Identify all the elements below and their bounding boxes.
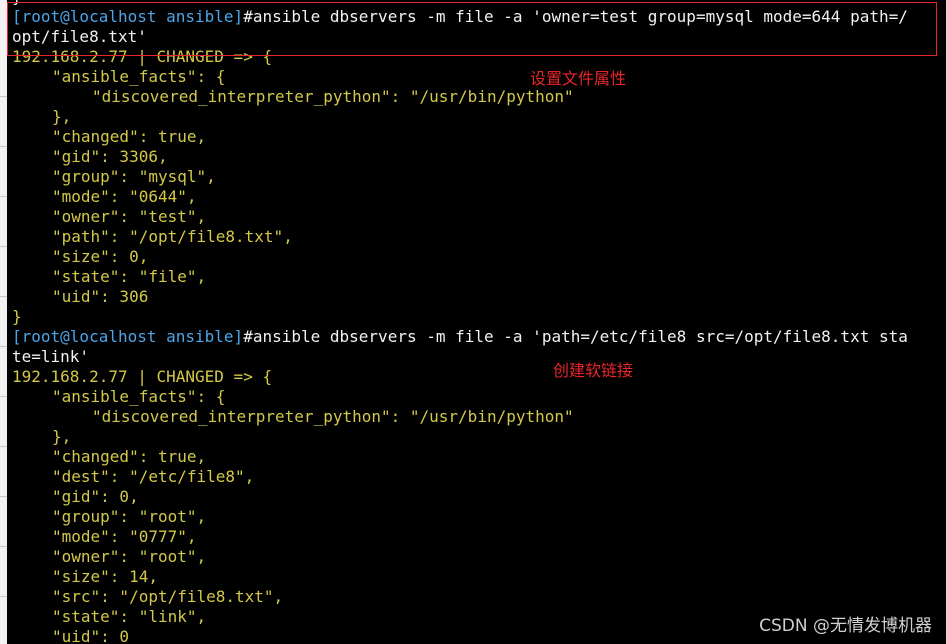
host-result-line: 192.168.2.77 | CHANGED => { <box>12 367 908 387</box>
json-output-line: }, <box>12 427 908 447</box>
edge-tick <box>0 346 7 347</box>
json-field-text: "owner": "test", <box>52 207 207 226</box>
command-text: ansible dbservers -m file -a 'path=/etc/… <box>252 327 908 346</box>
json-field-text: "changed": true, <box>52 447 207 466</box>
json-field-text: "group": "mysql", <box>52 167 216 186</box>
json-field-text: "uid": 306 <box>52 287 149 306</box>
edge-tick <box>0 546 7 547</box>
brace-text: } <box>12 0 22 6</box>
json-field-text: "mode": "0644", <box>52 187 197 206</box>
edge-tick <box>0 296 7 297</box>
json-field-text: "state": "file", <box>52 267 207 286</box>
command-text: ansible dbservers -m file -a 'owner=test… <box>252 7 908 26</box>
json-output-line: "path": "/opt/file8.txt", <box>12 227 908 247</box>
json-field-text: "size": 0, <box>52 247 149 266</box>
prompt-symbol: # <box>243 327 253 346</box>
json-field-text: "gid": 0, <box>52 487 139 506</box>
json-field-text: "group": "root", <box>52 507 207 526</box>
json-output-line: "changed": true, <box>12 127 908 147</box>
json-output-line: "state": "file", <box>12 267 908 287</box>
json-output-line: "discovered_interpreter_python": "/usr/b… <box>12 87 908 107</box>
edge-tick <box>0 496 7 497</box>
closing-brace-line: } <box>12 307 908 327</box>
json-field-text: "gid": 3306, <box>52 147 168 166</box>
json-output-line: "owner": "root", <box>12 547 908 567</box>
json-output-line: "gid": 0, <box>12 487 908 507</box>
json-field-text: "changed": true, <box>52 127 207 146</box>
json-output-line: "owner": "test", <box>12 207 908 227</box>
json-output-line: "group": "mysql", <box>12 167 908 187</box>
json-output-line: "gid": 3306, <box>12 147 908 167</box>
json-output-line: "group": "root", <box>12 507 908 527</box>
prompt-line: [root@localhost ansible]#ansible dbserve… <box>12 327 908 347</box>
json-output-line: "mode": "0777", <box>12 527 908 547</box>
edge-tick <box>0 596 7 597</box>
edge-tick <box>0 196 7 197</box>
json-field-text: }, <box>52 427 72 446</box>
host-result-text: 192.168.2.77 | CHANGED => { <box>12 367 273 386</box>
prompt-symbol: # <box>243 7 253 26</box>
command-text: opt/file8.txt' <box>12 27 147 46</box>
json-output-line: "ansible_facts": { <box>12 67 908 87</box>
host-result-text: 192.168.2.77 | CHANGED => { <box>12 47 273 66</box>
edge-tick <box>0 396 7 397</box>
prompt-line: [root@localhost ansible]#ansible dbserve… <box>12 7 908 27</box>
json-field-text: "ansible_facts": { <box>52 387 226 406</box>
json-field-text: "uid": 0 <box>52 627 130 644</box>
json-field-text: "path": "/opt/file8.txt", <box>52 227 293 246</box>
host-result-line: 192.168.2.77 | CHANGED => { <box>12 47 908 67</box>
annotation-set-attributes: 设置文件属性 <box>530 69 627 88</box>
json-output-line: "mode": "0644", <box>12 187 908 207</box>
closing-brace-line: } <box>12 0 908 7</box>
json-output-line: "src": "/opt/file8.txt", <box>12 587 908 607</box>
json-output-line: "size": 14, <box>12 567 908 587</box>
edge-tick <box>0 96 7 97</box>
json-field-text: "src": "/opt/file8.txt", <box>52 587 284 606</box>
json-output-line: "uid": 306 <box>12 287 908 307</box>
command-text: te=link' <box>12 347 90 366</box>
command-continuation-line: opt/file8.txt' <box>12 27 908 47</box>
watermark: CSDN @无情发博机器 <box>759 616 932 636</box>
json-field-text: "owner": "root", <box>52 547 207 566</box>
command-continuation-line: te=link' <box>12 347 908 367</box>
edge-tick <box>0 146 7 147</box>
edge-tick <box>0 246 7 247</box>
screenshot-root: }[root@localhost ansible]#ansible dbserv… <box>0 0 946 644</box>
shell-prompt: [root@localhost ansible] <box>12 7 244 26</box>
json-output-line: "ansible_facts": { <box>12 387 908 407</box>
json-output-line: "dest": "/etc/file8", <box>12 467 908 487</box>
left-window-edge <box>0 0 7 644</box>
edge-tick <box>0 446 7 447</box>
json-field-text: "discovered_interpreter_python": "/usr/b… <box>92 407 574 426</box>
json-field-text: "ansible_facts": { <box>52 67 226 86</box>
brace-text: } <box>12 307 22 326</box>
json-output-line: }, <box>12 107 908 127</box>
shell-prompt: [root@localhost ansible] <box>12 327 244 346</box>
json-output-line: "discovered_interpreter_python": "/usr/b… <box>12 407 908 427</box>
json-output-line: "size": 0, <box>12 247 908 267</box>
json-field-text: "discovered_interpreter_python": "/usr/b… <box>92 87 574 106</box>
json-field-text: }, <box>52 107 72 126</box>
json-field-text: "state": "link", <box>52 607 207 626</box>
json-field-text: "mode": "0777", <box>52 527 197 546</box>
annotation-create-symlink: 创建软链接 <box>553 361 634 380</box>
json-field-text: "dest": "/etc/file8", <box>52 467 255 486</box>
json-output-line: "changed": true, <box>12 447 908 467</box>
json-field-text: "size": 14, <box>52 567 158 586</box>
terminal-output[interactable]: }[root@localhost ansible]#ansible dbserv… <box>12 0 908 644</box>
